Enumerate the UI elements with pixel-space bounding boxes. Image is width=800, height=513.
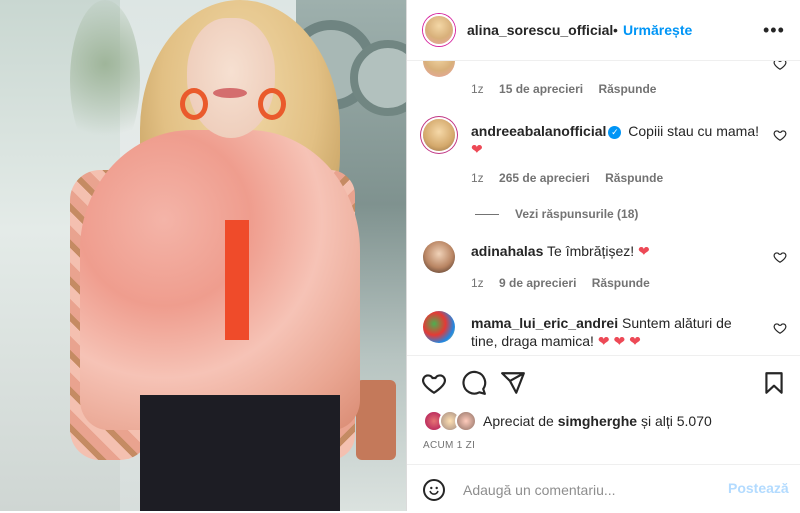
comment-like-icon[interactable]: [773, 250, 787, 264]
comment-body: adinahalas Te îmbrățișez! ❤: [471, 242, 761, 260]
liked-by-prefix: Apreciat de: [483, 413, 554, 429]
earring-left: [180, 88, 208, 120]
comment-likes[interactable]: 265 de aprecieri: [499, 171, 590, 185]
comments-list[interactable]: 1z 15 de aprecieri Răspunde andreeabalan…: [407, 61, 800, 354]
reply-button[interactable]: Răspunde: [592, 276, 650, 290]
verified-badge-icon: ✓: [608, 125, 622, 139]
reply-button[interactable]: Răspunde: [598, 82, 656, 96]
comment-likes[interactable]: 15 de aprecieri: [499, 82, 583, 96]
heart-emoji: ❤: [638, 243, 650, 259]
comment-username[interactable]: mama_lui_eric_andrei: [471, 315, 618, 331]
comment-text: Te îmbrățișez!: [547, 243, 635, 259]
woman-face: [187, 18, 275, 138]
comment-body: mama_lui_eric_andrei Suntem alături de t…: [471, 314, 761, 350]
comment-avatar[interactable]: [423, 311, 455, 343]
comment-body: andreeabalanofficial ✓ Copiii stau cu mam…: [471, 122, 761, 158]
liked-by-text: Apreciat de simgherghe și alți 5.070: [483, 413, 712, 429]
post-comment-button[interactable]: Postează: [728, 480, 789, 496]
comment-meta: 1z 15 de aprecieri Răspunde: [471, 82, 668, 96]
post-actions: Apreciat de simgherghe și alți 5.070 ACU…: [407, 355, 800, 512]
comment-username[interactable]: adinahalas: [471, 243, 543, 259]
more-options-icon[interactable]: •••: [763, 20, 785, 41]
comment-time: 1z: [471, 171, 484, 185]
instagram-post-modal: alina_sorescu_official • Urmărește ••• 1…: [0, 0, 800, 511]
heart-emoji: ❤ ❤ ❤: [597, 333, 641, 349]
reply-button[interactable]: Răspunde: [605, 171, 663, 185]
comment-like-icon[interactable]: [773, 61, 787, 71]
post-timestamp[interactable]: ACUM 1 ZI: [423, 440, 475, 451]
comment-avatar[interactable]: [423, 241, 455, 273]
view-replies-label: Vezi răspunsurile (18): [515, 207, 639, 221]
liker-avatar[interactable]: [455, 410, 477, 432]
add-comment-bar: Postează: [407, 464, 800, 513]
background-pot: [356, 380, 396, 460]
comment-time: 1z: [471, 276, 484, 290]
emoji-icon[interactable]: [423, 479, 445, 501]
liked-by-suffix[interactable]: și alți 5.070: [641, 413, 712, 429]
earring-right: [258, 88, 286, 120]
follow-button[interactable]: Urmărește: [623, 22, 692, 38]
post-header: alina_sorescu_official • Urmărește •••: [407, 0, 800, 61]
comment-username[interactable]: andreeabalanofficial: [471, 123, 606, 139]
comment-input[interactable]: [461, 477, 715, 503]
woman-blouse: [80, 130, 360, 430]
header-separator: •: [613, 22, 618, 38]
author-username[interactable]: alina_sorescu_official: [467, 22, 613, 38]
comment-avatar[interactable]: [423, 61, 455, 77]
post-image[interactable]: [0, 0, 406, 511]
comment-like-icon[interactable]: [773, 128, 787, 142]
comment-time: 1z: [471, 82, 484, 96]
comment-avatar[interactable]: [423, 119, 455, 151]
comment-like-icon[interactable]: [773, 321, 787, 335]
comment-meta: 1z 9 de aprecieri Răspunde: [471, 276, 662, 290]
bookmark-icon[interactable]: [761, 370, 787, 396]
post-side-panel: alina_sorescu_official • Urmărește ••• 1…: [406, 0, 800, 511]
liked-by-user[interactable]: simgherghe: [558, 413, 637, 429]
woman-lips: [213, 88, 247, 98]
heart-emoji: ❤: [471, 141, 483, 157]
author-avatar[interactable]: [423, 14, 455, 46]
comment-icon[interactable]: [461, 370, 487, 396]
woman-skirt: [140, 395, 340, 511]
comment-meta: 1z 265 de aprecieri Răspunde: [471, 171, 675, 185]
share-icon[interactable]: [500, 370, 526, 396]
view-replies-button[interactable]: Vezi răspunsurile (18): [475, 207, 638, 221]
comment-likes[interactable]: 9 de aprecieri: [499, 276, 576, 290]
heart-icon[interactable]: [421, 370, 447, 396]
liked-by: Apreciat de simgherghe și alți 5.070: [423, 410, 712, 432]
background-plant: [70, 0, 140, 160]
replies-divider: [475, 213, 499, 215]
comment-text: Copiii stau cu mama!: [628, 123, 759, 139]
blouse-undershirt: [225, 220, 249, 340]
